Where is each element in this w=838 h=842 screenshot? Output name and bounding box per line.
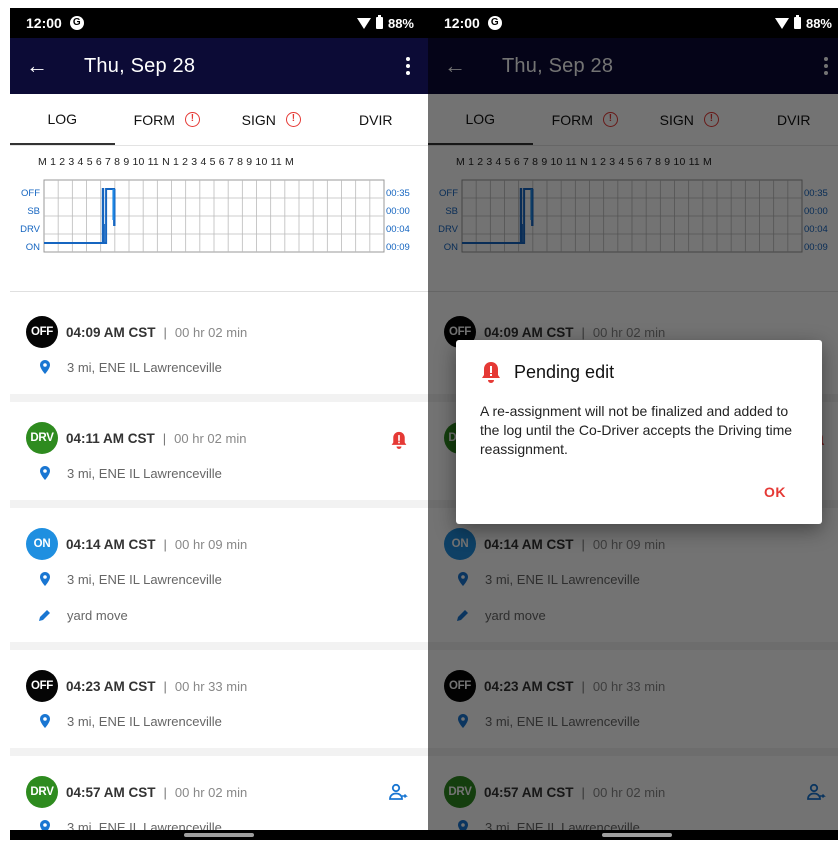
divider: | (163, 536, 167, 552)
bell-alert-icon (482, 362, 500, 383)
dialog-message: A re-assignment will not be finalized an… (480, 403, 793, 457)
tab-dvir-label: DVIR (359, 111, 393, 128)
status-bar: 12:00 G 88% (10, 8, 428, 38)
event-location: 3 mi, ENE IL Lawrenceville (67, 465, 222, 481)
tab-sign-label: SIGN (241, 111, 276, 128)
event-time: 04:11 AM CST (66, 430, 155, 446)
event-location: 3 mi, ENE IL Lawrenceville (67, 571, 222, 587)
event-duration: 00 hr 33 min (174, 678, 248, 694)
event-list: OFF 04:09 AM CST | 00 hr 02 min 3 mi, EN… (10, 296, 428, 840)
wifi-icon (356, 17, 371, 29)
event-time: 04:57 AM CST (66, 784, 156, 800)
tab-form-label: FORM (133, 111, 175, 128)
event-duration: 00 hr 02 min (174, 324, 248, 340)
warning-icon: ! (285, 112, 301, 127)
tab-form[interactable]: FORM! (115, 94, 220, 145)
graph-grid (43, 179, 385, 253)
location-pin-icon (40, 714, 50, 728)
tab-log[interactable]: LOG (10, 94, 115, 145)
divider: | (162, 430, 167, 446)
location-pin-icon (40, 466, 50, 480)
log-screen: 12:00 G 88% ← Thu, Sep 28 LOG FORM! SIGN… (10, 8, 428, 840)
page-title: Thu, Sep 28 (84, 54, 196, 77)
assign-driver-icon[interactable] (388, 782, 408, 802)
status-bar: 12:00 G 88% (428, 8, 838, 38)
duty-status-badge: OFF (26, 670, 58, 702)
status-time: 12:00 (444, 15, 480, 31)
home-handle[interactable] (184, 833, 254, 837)
google-icon: G (487, 16, 502, 30)
log-event-card[interactable]: DRV 04:11 AM CST | 00 hr 02 min 3 mi, EN… (10, 402, 428, 500)
pending-edit-dialog: Pending edit A re-assignment will not be… (456, 340, 822, 524)
duty-status-badge: DRV (26, 422, 58, 454)
dialog-title: Pending edit (514, 361, 615, 382)
home-handle[interactable] (602, 833, 672, 837)
tab-log-label: LOG (47, 110, 78, 127)
log-event-card[interactable]: ON 04:14 AM CST | 00 hr 09 min 3 mi, ENE… (10, 508, 428, 642)
location-pin-icon (40, 360, 50, 374)
event-time: 04:09 AM CST (66, 324, 156, 340)
event-time: 04:14 AM CST (66, 536, 156, 552)
log-screen-with-dialog: 12:00 G 88% ← Thu, Sep 28 LOG FORM! SIGN… (428, 8, 838, 840)
event-duration: 00 hr 09 min (174, 536, 248, 552)
event-note: yard move (67, 607, 128, 623)
divider: | (163, 784, 167, 800)
duty-status-badge: OFF (26, 316, 58, 348)
log-event-card[interactable]: OFF 04:23 AM CST | 00 hr 33 min 3 mi, EN… (10, 650, 428, 748)
duty-status-badge: DRV (26, 776, 58, 808)
overflow-menu-icon[interactable] (404, 53, 412, 79)
location-pin-icon (40, 572, 50, 586)
divider: | (163, 678, 167, 694)
battery-icon (793, 15, 801, 29)
status-time: 12:00 (26, 15, 62, 31)
warning-icon: ! (184, 112, 200, 127)
event-duration: 00 hr 02 min (174, 784, 248, 800)
app-bar: ← Thu, Sep 28 (10, 38, 428, 94)
divider: | (163, 324, 167, 340)
battery-icon (375, 15, 383, 29)
wifi-icon (774, 17, 789, 29)
event-duration: 00 hr 02 min (174, 430, 247, 446)
duty-status-badge: ON (26, 528, 58, 560)
pencil-icon (39, 610, 50, 621)
event-location: 3 mi, ENE IL Lawrenceville (67, 713, 222, 729)
nav-bar (428, 830, 838, 840)
battery-percent: 88% (805, 15, 832, 31)
ok-button[interactable]: OK (764, 484, 786, 500)
duty-status-graph[interactable]: M 1 2 3 4 5 6 7 8 9 10 11 N 1 2 3 4 5 6 … (10, 146, 428, 292)
bell-icon[interactable] (390, 430, 408, 450)
log-event-card[interactable]: DRV 04:57 AM CST | 00 hr 02 min 3 mi, EN… (10, 756, 428, 840)
back-arrow-icon[interactable]: ← (26, 53, 60, 79)
battery-percent: 88% (387, 15, 414, 31)
event-location: 3 mi, ENE IL Lawrenceville (67, 359, 222, 375)
tab-sign[interactable]: SIGN! (219, 94, 324, 145)
google-icon: G (69, 16, 84, 30)
event-time: 04:23 AM CST (66, 678, 156, 694)
nav-bar (10, 830, 428, 840)
tab-dvir[interactable]: DVIR (324, 94, 429, 145)
log-event-card[interactable]: OFF 04:09 AM CST | 00 hr 02 min 3 mi, EN… (10, 296, 428, 394)
tab-bar: LOG FORM! SIGN! DVIR (10, 94, 428, 146)
